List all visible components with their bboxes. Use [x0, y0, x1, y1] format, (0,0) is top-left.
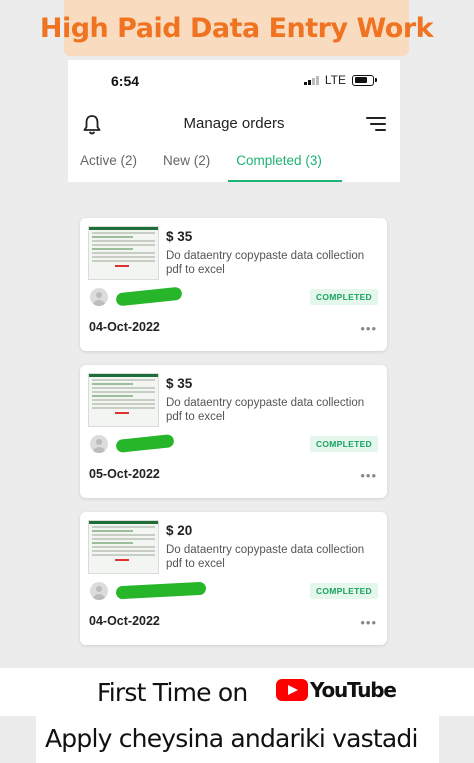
redacted-name: [115, 286, 183, 307]
top-banner: High Paid Data Entry Work: [40, 0, 434, 56]
active-tab-indicator: [228, 180, 342, 182]
order-date: 05-Oct-2022: [89, 467, 160, 481]
order-date: 04-Oct-2022: [89, 320, 160, 334]
caption-text-2: Apply cheysina andariki vastadi: [45, 724, 418, 753]
order-date: 04-Oct-2022: [89, 614, 160, 628]
tab-completed[interactable]: Completed (3): [236, 153, 322, 168]
tab-active[interactable]: Active (2): [80, 153, 137, 168]
order-card[interactable]: $ 35 Do dataentry copypaste data collect…: [80, 365, 387, 498]
more-options-icon[interactable]: •••: [360, 468, 377, 483]
caption-text-1: First Time on: [97, 678, 248, 707]
order-tabs: Active (2) New (2) Completed (3): [80, 153, 348, 168]
filter-icon[interactable]: [366, 116, 386, 132]
status-badge: COMPLETED: [309, 436, 378, 452]
order-card[interactable]: $ 35 Do dataentry copypaste data collect…: [80, 218, 387, 351]
redacted-name: [115, 581, 207, 600]
order-price: $ 35: [166, 376, 193, 391]
network-label: LTE: [324, 73, 346, 87]
youtube-wordmark: YouTube: [310, 678, 397, 702]
order-description: Do dataentry copypaste data collection p…: [166, 250, 365, 276]
more-options-icon[interactable]: •••: [360, 321, 377, 336]
order-thumbnail: [88, 226, 159, 280]
order-price: $ 35: [166, 229, 193, 244]
tab-new[interactable]: New (2): [163, 153, 210, 168]
caption-line-1: First Time on YouTube: [0, 668, 474, 716]
buyer-avatar: [90, 435, 108, 453]
status-time: 6:54: [111, 73, 140, 89]
status-indicators: LTE: [304, 73, 377, 87]
caption-line-2: Apply cheysina andariki vastadi: [36, 716, 439, 763]
order-price: $ 20: [166, 523, 193, 538]
battery-icon: [352, 74, 377, 86]
youtube-logo: YouTube: [276, 678, 397, 702]
page-title: Manage orders: [183, 115, 285, 132]
order-description: Do dataentry copypaste data collection p…: [166, 397, 365, 423]
top-banner-text: High Paid Data Entry Work: [39, 12, 434, 44]
order-thumbnail: [88, 520, 159, 574]
status-badge: COMPLETED: [309, 289, 378, 305]
app-header-panel: 6:54 LTE Manage orders Active (2) New (2…: [68, 60, 400, 182]
redacted-name: [115, 434, 175, 453]
buyer-avatar: [90, 582, 108, 600]
buyer-avatar: [90, 288, 108, 306]
youtube-play-icon: [276, 679, 308, 701]
order-description: Do dataentry copypaste data collection p…: [166, 544, 365, 570]
more-options-icon[interactable]: •••: [360, 615, 377, 630]
order-card[interactable]: $ 20 Do dataentry copypaste data collect…: [80, 512, 387, 645]
signal-icon: [304, 75, 319, 85]
order-thumbnail: [88, 373, 159, 427]
status-badge: COMPLETED: [309, 583, 378, 599]
